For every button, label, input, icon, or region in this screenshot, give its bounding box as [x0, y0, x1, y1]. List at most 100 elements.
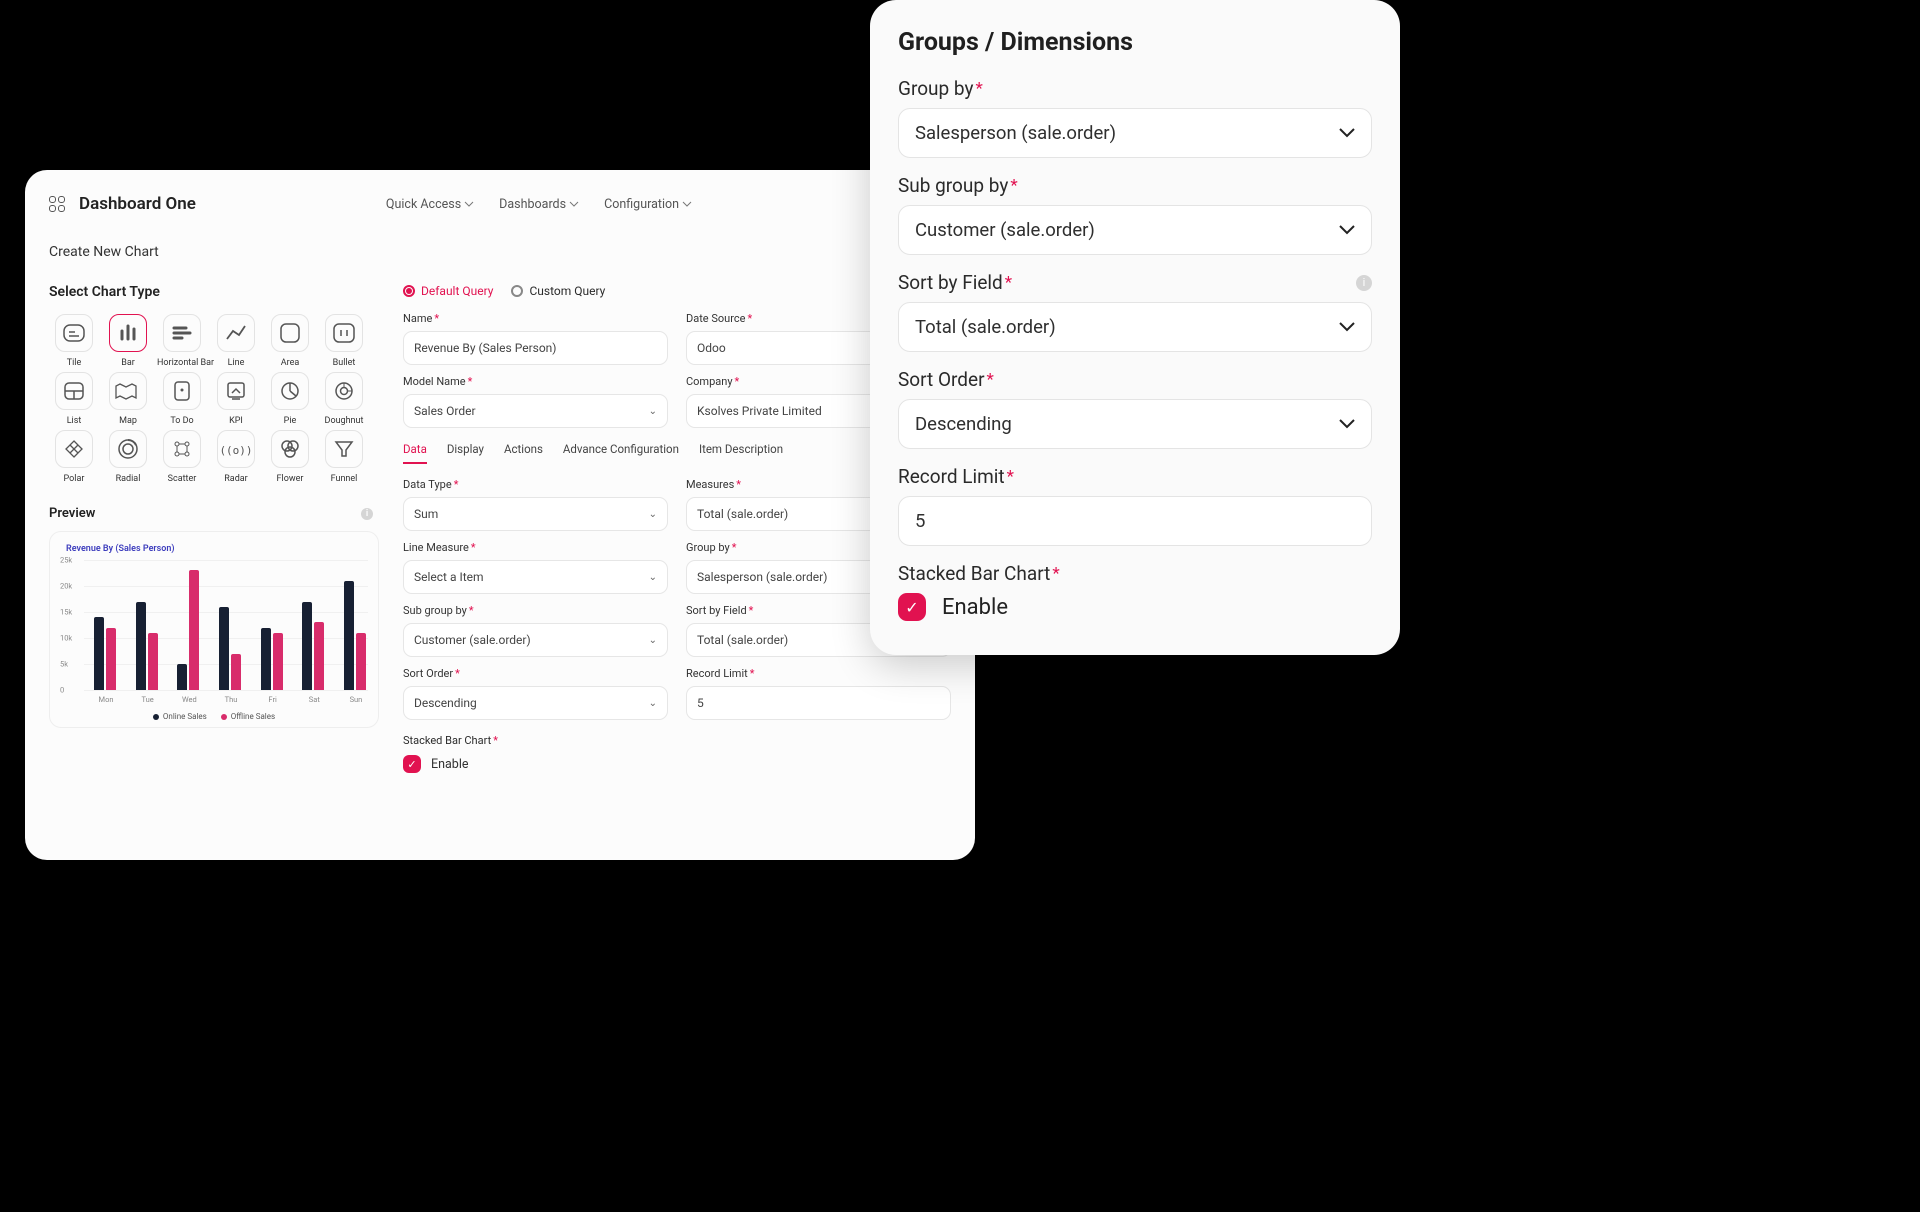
- map-icon: [112, 375, 144, 407]
- info-icon[interactable]: i: [1356, 275, 1372, 291]
- scatter-icon: [166, 433, 198, 465]
- chart-type-doughnut[interactable]: [325, 372, 363, 410]
- chart-type-label: Line: [211, 358, 261, 368]
- chart-type-area[interactable]: [271, 314, 309, 352]
- legend-item: Offline Sales: [221, 712, 275, 721]
- svg-text:((o)): ((o)): [219, 444, 252, 457]
- to-do-icon: [166, 375, 198, 407]
- chart-type-grid: TileBarHorizontal BarLineAreaBulletListM…: [49, 314, 379, 484]
- radio-dot-on: [403, 285, 415, 297]
- select-sub-group-by[interactable]: Customer (sale.order)⌄: [403, 623, 668, 657]
- content: Select Chart Type TileBarHorizontal BarL…: [49, 284, 951, 773]
- radio-custom-query[interactable]: Custom Query: [511, 284, 605, 298]
- bar: [261, 628, 271, 690]
- panel-checkbox-stacked[interactable]: ✓: [898, 593, 926, 621]
- bar: [94, 617, 104, 690]
- top-nav: Quick Access Dashboards Configuration: [386, 197, 691, 212]
- chart-type-pie[interactable]: [271, 372, 309, 410]
- chart-type-flower[interactable]: [271, 430, 309, 468]
- polar-icon: [58, 433, 90, 465]
- radio-default-query[interactable]: Default Query: [403, 284, 493, 298]
- panel-select-sub-group-by[interactable]: Customer (sale.order): [898, 205, 1372, 255]
- chart-type-label: List: [49, 416, 99, 426]
- radial-icon: [112, 433, 144, 465]
- chart-type-bar[interactable]: [109, 314, 147, 352]
- label-record-limit: Record Limit*: [686, 667, 951, 680]
- chevron-down-icon: [570, 202, 578, 207]
- chart-type-horizontal-bar[interactable]: [163, 314, 201, 352]
- query-mode: Default Query Custom Query: [403, 284, 951, 298]
- select-data-type[interactable]: Sum⌄: [403, 497, 668, 531]
- chevron-down-icon: ⌄: [649, 572, 657, 583]
- bar: [314, 622, 324, 690]
- tab-display[interactable]: Display: [447, 442, 484, 464]
- chevron-down-icon: ⌄: [649, 509, 657, 520]
- chart-type-scatter[interactable]: [163, 430, 201, 468]
- bar: [219, 607, 229, 690]
- label-stacked-bar: Stacked Bar Chart*: [403, 734, 951, 747]
- chevron-down-icon: [1339, 416, 1355, 432]
- bar: [189, 570, 199, 690]
- chart-type-line[interactable]: [217, 314, 255, 352]
- chart-type-radial[interactable]: [109, 430, 147, 468]
- chart-type-funnel[interactable]: [325, 430, 363, 468]
- panel-stacked-value: Enable: [942, 595, 1008, 620]
- panel-select-sort-order[interactable]: Descending: [898, 399, 1372, 449]
- chart-type-polar[interactable]: [55, 430, 93, 468]
- panel-input-record-limit[interactable]: 5: [898, 496, 1372, 546]
- nav-quick-access[interactable]: Quick Access: [386, 197, 473, 212]
- stacked-value: Enable: [431, 757, 469, 772]
- panel-label-group-by: Group by*: [898, 77, 1372, 100]
- bar-icon: [112, 317, 144, 349]
- panel-label-record-limit: Record Limit*: [898, 465, 1372, 488]
- select-model-name[interactable]: Sales Order⌄: [403, 394, 668, 428]
- info-icon[interactable]: i: [361, 508, 373, 520]
- tab-actions[interactable]: Actions: [504, 442, 543, 464]
- tab-item-description[interactable]: Item Description: [699, 442, 783, 464]
- chart-type-bullet[interactable]: [325, 314, 363, 352]
- apps-icon[interactable]: [49, 196, 65, 212]
- input-record-limit[interactable]: 5: [686, 686, 951, 720]
- panel-label-sub-group-by: Sub group by*: [898, 174, 1372, 197]
- bar: [106, 628, 116, 690]
- checkbox-stacked[interactable]: ✓: [403, 755, 421, 773]
- bar: [273, 633, 283, 690]
- line-icon: [220, 317, 252, 349]
- chart-type-radar[interactable]: ((o)): [217, 430, 255, 468]
- tab-advance-configuration[interactable]: Advance Configuration: [563, 442, 679, 464]
- tab-data[interactable]: Data: [403, 442, 427, 464]
- legend-item: Online Sales: [153, 712, 207, 721]
- chart-type-label: Area: [265, 358, 315, 368]
- bar: [136, 602, 146, 690]
- input-name[interactable]: Revenue By (Sales Person): [403, 331, 668, 365]
- chart-type-label: Doughnut: [319, 416, 369, 426]
- chart-type-label: To Do: [157, 416, 207, 426]
- chart-type-kpi[interactable]: [217, 372, 255, 410]
- kpi-icon: [220, 375, 252, 407]
- flower-icon: [274, 433, 306, 465]
- form-grid-data: Data Type* Sum⌄ Measures* Total (sale.or…: [403, 478, 951, 720]
- bar: [356, 633, 366, 690]
- chart-type-list[interactable]: [55, 372, 93, 410]
- chart-type-label: Bullet: [319, 358, 369, 368]
- panel-select-sort-by-field[interactable]: Total (sale.order): [898, 302, 1372, 352]
- radio-dot-off: [511, 285, 523, 297]
- page-title: Dashboard One: [79, 194, 196, 214]
- chart-type-label: Radar: [211, 474, 261, 484]
- nav-configuration[interactable]: Configuration: [604, 197, 691, 212]
- panel-label-sort-order: Sort Order*: [898, 368, 1372, 391]
- label-name: Name*: [403, 312, 668, 325]
- chart-type-tile[interactable]: [55, 314, 93, 352]
- panel-select-group-by[interactable]: Salesperson (sale.order): [898, 108, 1372, 158]
- select-sort-order[interactable]: Descending⌄: [403, 686, 668, 720]
- bar: [344, 581, 354, 690]
- app-window: Dashboard One Quick Access Dashboards Co…: [25, 170, 975, 860]
- chart-type-map[interactable]: [109, 372, 147, 410]
- preview-card: Revenue By (Sales Person) 25k20k15k10k5k…: [49, 531, 379, 728]
- chevron-down-icon: ⌄: [649, 406, 657, 417]
- label-line-measure: Line Measure*: [403, 541, 668, 554]
- select-line-measure[interactable]: Select a Item⌄: [403, 560, 668, 594]
- chart-type-to-do[interactable]: [163, 372, 201, 410]
- chart-type-label: Tile: [49, 358, 99, 368]
- nav-dashboards[interactable]: Dashboards: [499, 197, 578, 212]
